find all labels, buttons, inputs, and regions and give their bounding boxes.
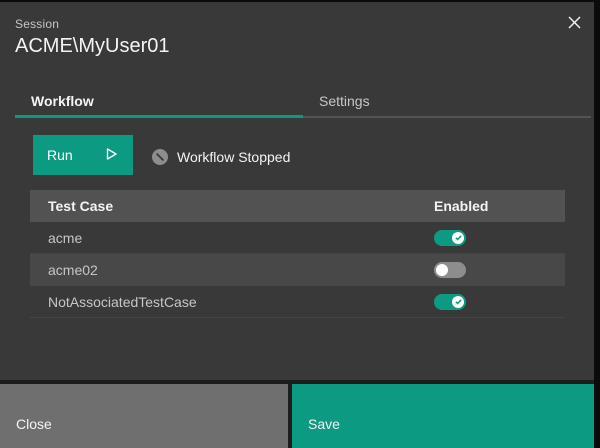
run-button[interactable]: Run: [33, 135, 133, 175]
enabled-cell: [434, 230, 565, 246]
session-dialog: Session ACME\MyUser01 Workflow Settings …: [0, 2, 594, 448]
dialog-title: ACME\MyUser01: [15, 35, 169, 58]
test-case-name: acme: [30, 230, 434, 246]
tab-workflow-label: Workflow: [31, 93, 94, 109]
tab-settings-label: Settings: [319, 93, 370, 109]
test-case-name: acme02: [30, 262, 434, 278]
status-label: Workflow Stopped: [177, 149, 290, 165]
column-header-test-case: Test Case: [30, 198, 434, 214]
table-row: NotAssociatedTestCase: [30, 286, 565, 318]
table-body: acme acme02 NotAssociatedTestCase: [30, 222, 565, 318]
tab-workflow[interactable]: Workflow: [15, 86, 303, 118]
play-icon: [104, 146, 119, 165]
toggle-check-icon: [452, 296, 464, 308]
table-row: acme: [30, 222, 565, 254]
save-button[interactable]: Save: [292, 384, 594, 448]
screen-backdrop: Session ACME\MyUser01 Workflow Settings …: [0, 0, 600, 448]
test-case-name: NotAssociatedTestCase: [30, 294, 434, 310]
test-case-table: Test Case Enabled acme acme02 NotAssociate…: [30, 190, 565, 318]
tab-bar: Workflow Settings: [15, 86, 591, 118]
column-header-enabled: Enabled: [434, 198, 565, 214]
enabled-toggle-on[interactable]: [434, 294, 466, 310]
enabled-cell: [434, 262, 565, 278]
dialog-eyebrow: Session: [15, 17, 59, 31]
toggle-check-icon: [452, 232, 464, 244]
toggle-knob: [436, 264, 448, 276]
table-header-row: Test Case Enabled: [30, 190, 565, 222]
workflow-status: Workflow Stopped: [152, 149, 290, 165]
enabled-toggle-off[interactable]: [434, 262, 466, 278]
run-button-label: Run: [47, 147, 73, 163]
close-dialog-button[interactable]: [556, 6, 592, 42]
close-icon: [567, 15, 582, 33]
stopped-circle-icon: [152, 149, 168, 165]
table-row: acme02: [30, 254, 565, 286]
close-button[interactable]: Close: [0, 384, 288, 448]
enabled-cell: [434, 294, 565, 310]
dialog-footer: Close Save: [0, 380, 594, 448]
enabled-toggle-on[interactable]: [434, 230, 466, 246]
tab-settings[interactable]: Settings: [303, 86, 591, 118]
